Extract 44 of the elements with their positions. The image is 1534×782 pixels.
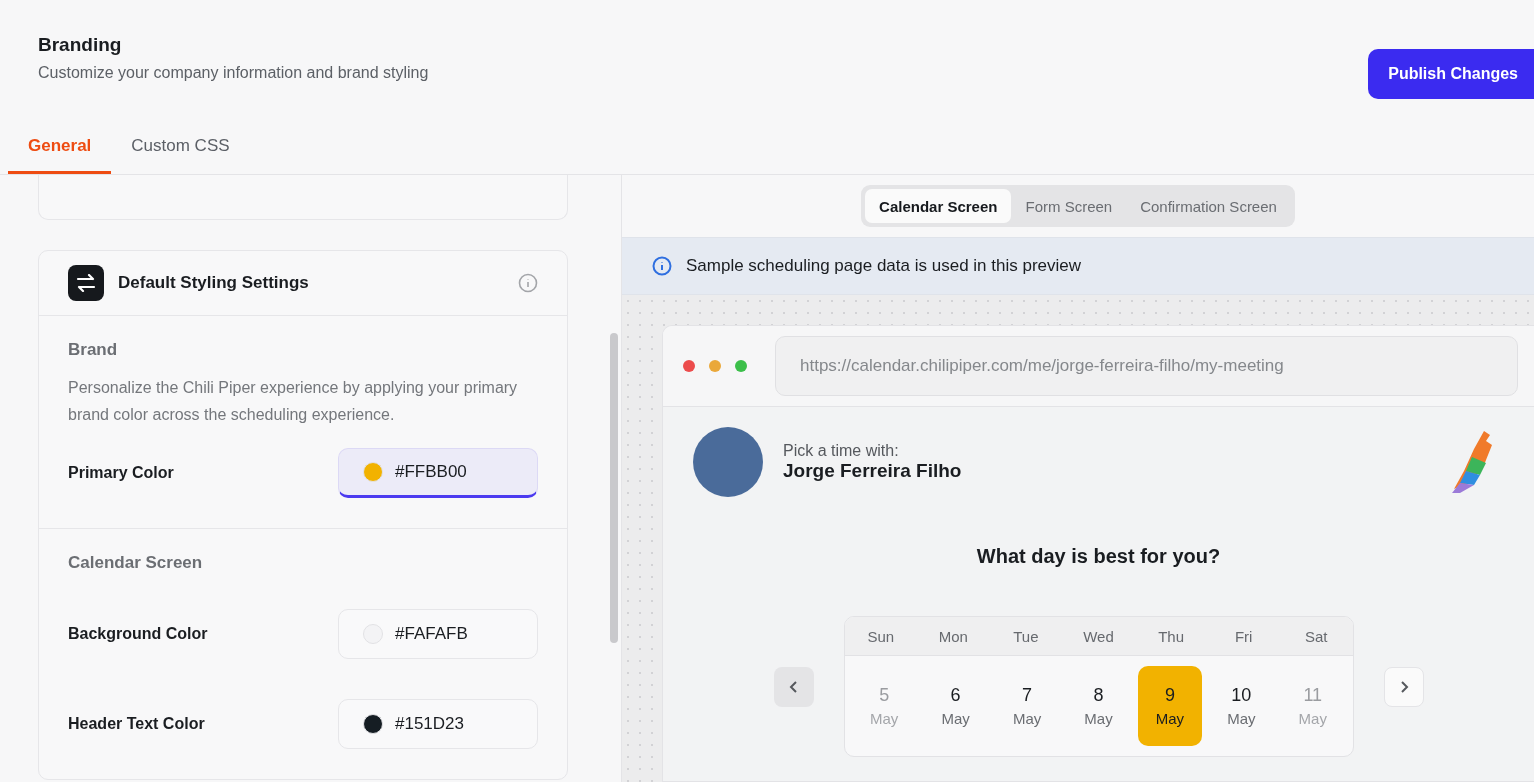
card-title: Default Styling Settings: [118, 273, 310, 293]
page-title: Branding: [38, 34, 123, 56]
day-button[interactable]: 9 May: [1137, 666, 1202, 746]
section-heading: Brand: [68, 340, 119, 360]
section-heading: Calendar Screen: [68, 553, 204, 573]
swap-arrows-icon: [68, 265, 104, 301]
weekday-label: Wed: [1082, 627, 1115, 645]
field-label: Header Text Color: [68, 715, 205, 733]
next-button[interactable]: [1383, 666, 1424, 707]
maximize-dot: [735, 360, 747, 372]
color-input[interactable]: #FFBB00: [338, 448, 538, 498]
screen-tab[interactable]: Confirmation Screen: [1126, 189, 1291, 223]
info-icon[interactable]: [518, 273, 538, 293]
scrollbar-thumb[interactable]: [610, 333, 618, 643]
weekday-label: Thu: [1157, 627, 1185, 645]
weekday-label: Mon: [937, 627, 969, 645]
close-dot: [683, 360, 695, 372]
page-subtitle: Customize your company information and brand styling: [38, 64, 429, 82]
info-icon: [652, 256, 672, 276]
color-input[interactable]: #FAFAFB: [338, 609, 538, 659]
color-input[interactable]: #151D23: [338, 699, 538, 749]
calendar-question: What day is best for you?: [975, 545, 1222, 568]
host-prompt: Pick a time with:: [783, 442, 900, 460]
field-label: Primary Color: [68, 464, 174, 482]
field-label: Background Color: [68, 625, 208, 643]
weekday-label: Tue: [1012, 627, 1040, 645]
day-button[interactable]: 8 May: [1066, 666, 1131, 746]
chevron-right-icon: [1398, 680, 1409, 693]
weekday-label: Fri: [1233, 627, 1254, 645]
weekday-label: Sat: [1303, 627, 1329, 645]
day-button[interactable]: 7 May: [995, 666, 1060, 746]
screen-tab[interactable]: Form Screen: [1011, 189, 1127, 223]
chevron-left-icon: [788, 680, 799, 693]
weekday-label: Sun: [866, 627, 896, 645]
day-button[interactable]: 6 May: [923, 666, 988, 746]
section-description: Personalize the Chili Piper experience by applying your primary brand color across the scheduling experience.: [68, 378, 519, 425]
minimize-dot: [709, 360, 721, 372]
host-name: Jorge Ferreira Filho: [783, 460, 963, 482]
tab[interactable]: Custom CSS: [111, 120, 250, 174]
screen-tab[interactable]: Calendar Screen: [865, 189, 1012, 223]
day-button[interactable]: 10 May: [1209, 666, 1274, 746]
publish-button[interactable]: Publish Changes: [1368, 49, 1534, 99]
banner-text: Sample scheduling page data is used in this preview: [686, 256, 1082, 276]
previous-button[interactable]: [773, 666, 814, 707]
